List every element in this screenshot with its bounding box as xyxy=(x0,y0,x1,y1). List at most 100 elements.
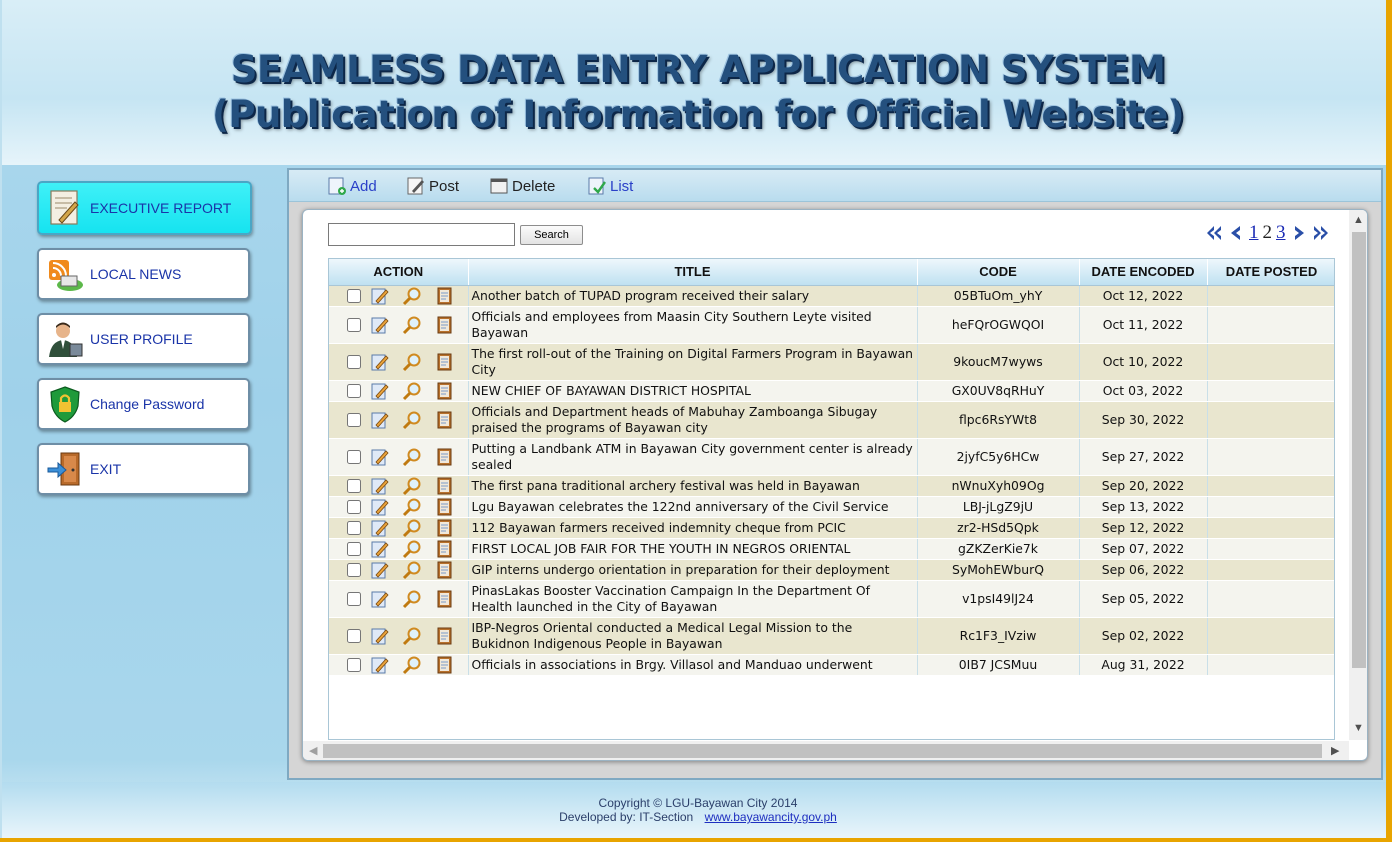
date-posted-cell xyxy=(1207,580,1334,618)
book-icon[interactable] xyxy=(434,476,454,496)
row-actions xyxy=(329,286,468,306)
book-icon[interactable] xyxy=(434,589,454,609)
row-checkbox[interactable] xyxy=(347,591,361,606)
edit-icon[interactable] xyxy=(370,381,390,401)
page-current-2: 2 xyxy=(1262,222,1273,243)
next-page-icon[interactable] xyxy=(1290,224,1308,242)
book-icon[interactable] xyxy=(434,560,454,580)
row-checkbox[interactable] xyxy=(347,520,361,535)
book-icon[interactable] xyxy=(434,497,454,517)
sidebar-item-user-profile[interactable]: USER PROFILE xyxy=(37,313,250,365)
sidebar-item-exit[interactable]: EXIT xyxy=(37,443,250,495)
scroll-up-icon[interactable]: ▲ xyxy=(1353,214,1364,226)
magnifier-icon[interactable] xyxy=(402,410,422,430)
table-row: PinasLakas Booster Vaccination Campaign … xyxy=(329,580,1334,618)
row-checkbox[interactable] xyxy=(347,449,361,464)
sidebar-item-executive-report[interactable]: EXECUTIVE REPORT xyxy=(37,181,252,235)
book-icon[interactable] xyxy=(434,655,454,675)
page-link-3[interactable]: 3 xyxy=(1276,222,1286,244)
date-encoded-cell: Sep 13, 2022 xyxy=(1079,496,1208,518)
code-cell: nWnuXyh09Og xyxy=(917,475,1080,497)
delete-label: Delete xyxy=(512,177,556,195)
book-icon[interactable] xyxy=(434,352,454,372)
book-icon[interactable] xyxy=(434,447,454,467)
row-checkbox[interactable] xyxy=(347,657,361,672)
edit-icon[interactable] xyxy=(370,518,390,538)
book-icon[interactable] xyxy=(434,381,454,401)
add-button[interactable]: Add xyxy=(327,173,377,199)
last-page-icon[interactable] xyxy=(1312,224,1330,242)
search-input[interactable] xyxy=(328,223,515,246)
magnifier-icon[interactable] xyxy=(402,539,422,559)
edit-icon[interactable] xyxy=(370,539,390,559)
row-checkbox[interactable] xyxy=(347,317,361,332)
website-link[interactable]: www.bayawancity.gov.ph xyxy=(705,810,837,824)
action-cell xyxy=(329,559,469,581)
book-icon[interactable] xyxy=(434,539,454,559)
scroll-left-icon[interactable]: ◀ xyxy=(309,744,317,757)
magnifier-icon[interactable] xyxy=(402,476,422,496)
edit-icon[interactable] xyxy=(370,560,390,580)
magnifier-icon[interactable] xyxy=(402,286,422,306)
edit-icon[interactable] xyxy=(370,497,390,517)
edit-icon[interactable] xyxy=(370,352,390,372)
row-checkbox[interactable] xyxy=(347,499,361,514)
edit-icon[interactable] xyxy=(370,286,390,306)
row-checkbox[interactable] xyxy=(347,541,361,556)
magnifier-icon[interactable] xyxy=(402,655,422,675)
edit-icon[interactable] xyxy=(370,589,390,609)
row-checkbox[interactable] xyxy=(347,562,361,577)
row-checkbox[interactable] xyxy=(347,478,361,493)
vertical-scroll-thumb[interactable] xyxy=(1352,232,1366,668)
row-checkbox[interactable] xyxy=(347,354,361,369)
edit-icon[interactable] xyxy=(370,410,390,430)
book-icon[interactable] xyxy=(434,315,454,335)
magnifier-icon[interactable] xyxy=(402,518,422,538)
sidebar-item-local-news[interactable]: LOCAL NEWS xyxy=(37,248,250,300)
magnifier-icon[interactable] xyxy=(402,447,422,467)
scroll-right-icon[interactable]: ▶ xyxy=(1331,744,1339,757)
horizontal-scroll-thumb[interactable] xyxy=(323,744,1322,758)
pagination: 1 2 3 xyxy=(1203,220,1332,246)
edit-icon[interactable] xyxy=(370,476,390,496)
magnifier-icon[interactable] xyxy=(402,315,422,335)
book-icon[interactable] xyxy=(434,518,454,538)
book-icon[interactable] xyxy=(434,410,454,430)
horizontal-scrollbar[interactable]: ◀ ▶ xyxy=(303,741,1349,760)
edit-icon[interactable] xyxy=(370,626,390,646)
row-actions xyxy=(329,381,468,401)
list-button[interactable]: List xyxy=(587,173,633,199)
edit-icon[interactable] xyxy=(370,655,390,675)
delete-button[interactable]: Delete xyxy=(489,173,555,199)
sidebar-item-change-password[interactable]: Change Password xyxy=(37,378,250,430)
search-button[interactable]: Search xyxy=(520,225,583,245)
post-button[interactable]: Post xyxy=(406,173,459,199)
magnifier-icon[interactable] xyxy=(402,560,422,580)
magnifier-icon[interactable] xyxy=(402,589,422,609)
vertical-scrollbar[interactable]: ▲ ▼ xyxy=(1349,210,1367,740)
content-panel: Search 1 2 3 ACTION TITLE CODE DATE ENCO… xyxy=(302,209,1368,761)
prev-page-icon[interactable] xyxy=(1227,224,1245,242)
magnifier-icon[interactable] xyxy=(402,352,422,372)
scroll-down-icon[interactable]: ▼ xyxy=(1353,722,1364,734)
page-link-1[interactable]: 1 xyxy=(1249,222,1259,244)
magnifier-icon[interactable] xyxy=(402,497,422,517)
action-cell xyxy=(329,654,469,676)
book-icon[interactable] xyxy=(434,626,454,646)
row-checkbox[interactable] xyxy=(347,383,361,398)
magnifier-icon[interactable] xyxy=(402,626,422,646)
edit-icon[interactable] xyxy=(370,447,390,467)
code-cell: 2jyfC5y6HCw xyxy=(917,438,1080,476)
row-checkbox[interactable] xyxy=(347,412,361,427)
book-icon[interactable] xyxy=(434,286,454,306)
row-checkbox[interactable] xyxy=(347,628,361,643)
row-checkbox[interactable] xyxy=(347,288,361,303)
magnifier-icon[interactable] xyxy=(402,381,422,401)
title-cell: Officials and Department heads of Mabuha… xyxy=(468,401,918,439)
user-icon xyxy=(49,322,83,357)
edit-icon[interactable] xyxy=(370,315,390,335)
first-page-icon[interactable] xyxy=(1205,224,1223,242)
date-posted-cell xyxy=(1207,306,1334,344)
table-row: 112 Bayawan farmers received indemnity c… xyxy=(329,517,1334,539)
code-cell: zr2-HSd5Qpk xyxy=(917,517,1080,539)
